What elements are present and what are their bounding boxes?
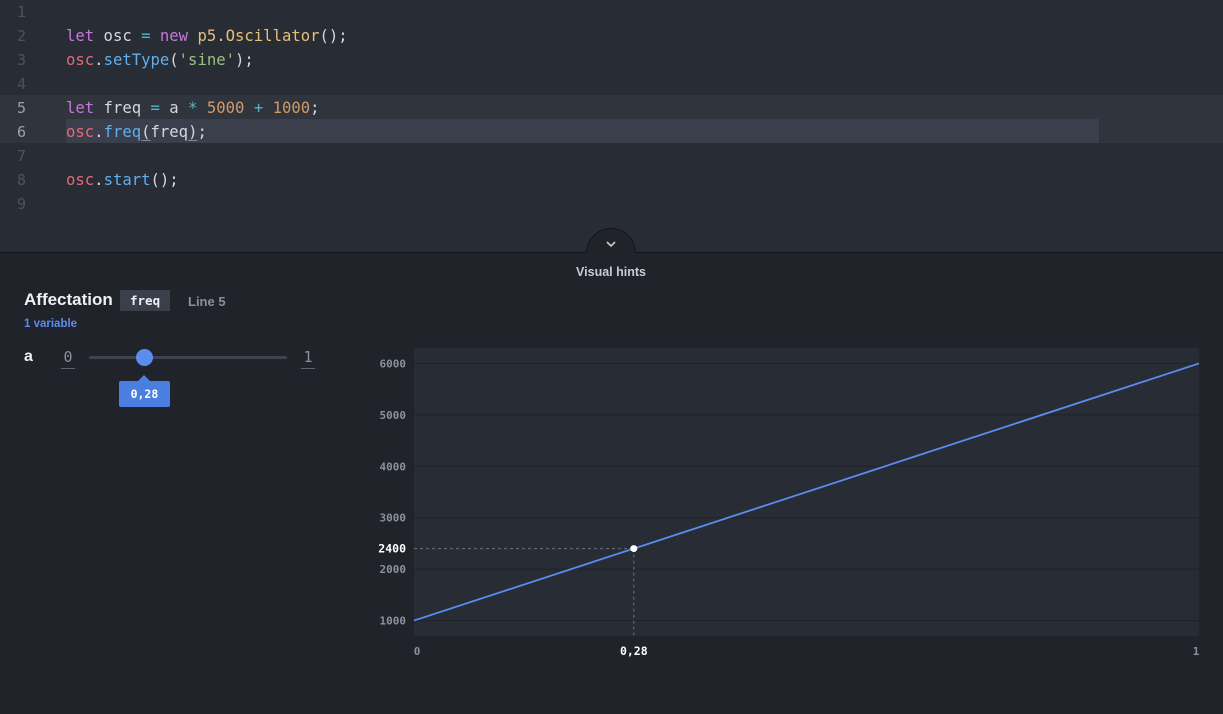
y-tick-label: 4000 (380, 460, 407, 473)
y-tick-label: 3000 (380, 512, 407, 525)
x-tick-label: 0 (414, 645, 421, 658)
y-tick-label: 2000 (380, 563, 407, 576)
y-tick-label: 6000 (380, 357, 407, 370)
y-tick-label: 5000 (380, 409, 407, 422)
marker-y-label: 2400 (378, 542, 406, 556)
marker-x-label: 0,28 (620, 644, 648, 658)
freq-chart: 1000 2000 3000 4000 5000 6000 0 1 2400 0,28 (378, 348, 1200, 658)
x-tick-label: 1 (1193, 645, 1200, 658)
y-tick-label: 1000 (380, 615, 407, 628)
marker-point (630, 545, 638, 553)
